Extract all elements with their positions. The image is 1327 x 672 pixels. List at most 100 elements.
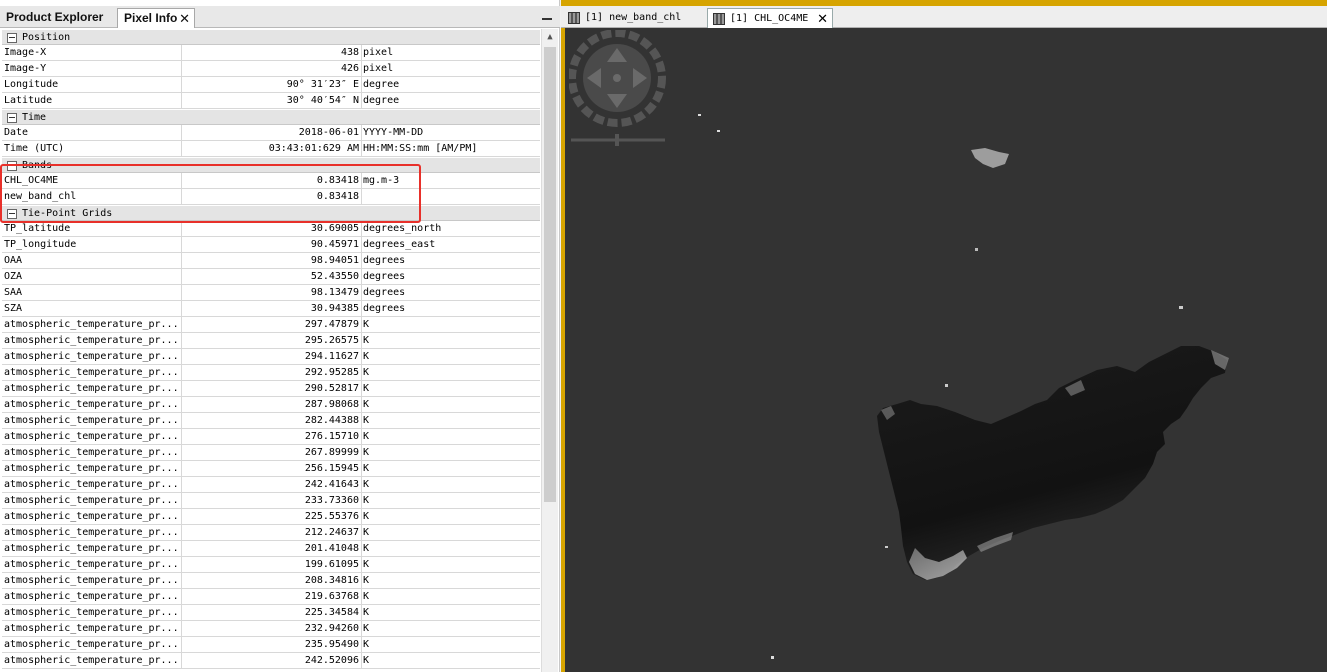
row-name: atmospheric_temperature_pr... bbox=[2, 429, 182, 444]
row-name: new_band_chl bbox=[2, 189, 182, 204]
row-unit: K bbox=[363, 559, 370, 570]
navigation-control-icon[interactable] bbox=[569, 30, 667, 150]
tab-pixel-info-label: Pixel Info bbox=[124, 11, 178, 25]
tab-product-explorer[interactable]: Product Explorer bbox=[0, 8, 116, 28]
bright-pixel bbox=[717, 130, 720, 132]
row-value: 2018-06-01 bbox=[182, 125, 362, 140]
row-name: atmospheric_temperature_pr... bbox=[2, 525, 182, 540]
row-name: atmospheric_temperature_pr... bbox=[2, 333, 182, 348]
row-value: 30.69005 bbox=[182, 221, 362, 236]
collapse-icon[interactable] bbox=[7, 33, 17, 43]
row-name: TP_latitude bbox=[2, 221, 182, 236]
image-tab-bar: [1] new_band_chl [1] CHL_OC4ME ✕ bbox=[561, 6, 1327, 28]
collapse-icon[interactable] bbox=[7, 161, 17, 171]
row-value: 294.11627 bbox=[182, 349, 362, 364]
left-tab-bar: Product Explorer Pixel Info ✕ bbox=[0, 6, 560, 28]
row-unit: K bbox=[363, 495, 370, 506]
row-name: atmospheric_temperature_pr... bbox=[2, 349, 182, 364]
row-name: OAA bbox=[2, 253, 182, 268]
scrollbar-thumb[interactable] bbox=[544, 47, 556, 502]
table-row: atmospheric_temperature_pr... 242.52096 K bbox=[2, 653, 540, 669]
row-name: atmospheric_temperature_pr... bbox=[2, 573, 182, 588]
table-row: atmospheric_temperature_pr... 235.95490 K bbox=[2, 637, 540, 653]
row-name: Longitude bbox=[2, 77, 182, 92]
row-name: atmospheric_temperature_pr... bbox=[2, 605, 182, 620]
row-name: Latitude bbox=[2, 93, 182, 108]
table-row: OZA 52.43550 degrees bbox=[2, 269, 540, 285]
row-value: 98.13479 bbox=[182, 285, 362, 300]
row-value: 256.15945 bbox=[182, 461, 362, 476]
table-row: atmospheric_temperature_pr... 294.11627 K bbox=[2, 349, 540, 365]
vertical-scrollbar[interactable]: ▲ bbox=[541, 29, 558, 672]
row-value: 208.34816 bbox=[182, 573, 362, 588]
minimize-icon[interactable] bbox=[540, 8, 554, 24]
row-unit: K bbox=[363, 319, 370, 330]
row-value: 287.98068 bbox=[182, 397, 362, 412]
lake-region bbox=[877, 346, 1227, 580]
tab-chl-oc4me[interactable]: [1] CHL_OC4ME ✕ bbox=[707, 8, 833, 28]
row-value: 242.52096 bbox=[182, 653, 362, 668]
section-header-bands[interactable]: Bands bbox=[2, 157, 540, 173]
row-name: atmospheric_temperature_pr... bbox=[2, 381, 182, 396]
row-unit: K bbox=[363, 479, 370, 490]
row-value: 90.45971 bbox=[182, 237, 362, 252]
close-icon[interactable]: ✕ bbox=[179, 9, 190, 28]
table-row: Date 2018-06-01 YYYY-MM-DD bbox=[2, 125, 540, 141]
row-unit: K bbox=[363, 383, 370, 394]
section-header-position[interactable]: Position bbox=[2, 29, 540, 45]
row-unit: K bbox=[363, 463, 370, 474]
row-value: 90° 31′23″ E bbox=[182, 77, 362, 92]
row-value: 0.83418 bbox=[182, 173, 362, 188]
tab-new-band-chl-label: [1] new_band_chl bbox=[585, 12, 682, 23]
row-unit: HH:MM:SS:mm [AM/PM] bbox=[363, 143, 478, 154]
section-header-tie-point-grids[interactable]: Tie-Point Grids bbox=[2, 205, 540, 221]
row-unit: K bbox=[363, 431, 370, 442]
close-icon[interactable]: ✕ bbox=[817, 9, 828, 28]
row-unit: K bbox=[363, 351, 370, 362]
bright-pixel bbox=[885, 546, 888, 548]
row-unit: K bbox=[363, 591, 370, 602]
row-name: atmospheric_temperature_pr... bbox=[2, 509, 182, 524]
row-name: atmospheric_temperature_pr... bbox=[2, 365, 182, 380]
section-title: Time bbox=[22, 112, 47, 123]
row-value: 03:43:01:629 AM bbox=[182, 141, 362, 156]
row-name: atmospheric_temperature_pr... bbox=[2, 493, 182, 508]
table-row: Time (UTC) 03:43:01:629 AM HH:MM:SS:mm [AM… bbox=[2, 141, 540, 157]
row-value: 98.94051 bbox=[182, 253, 362, 268]
row-value: 233.73360 bbox=[182, 493, 362, 508]
scroll-up-icon[interactable]: ▲ bbox=[542, 29, 558, 45]
table-row: Longitude 90° 31′23″ Edegree bbox=[2, 77, 540, 93]
table-row: OAA 98.94051 degrees bbox=[2, 253, 540, 269]
table-row: atmospheric_temperature_pr... 233.73360 K bbox=[2, 493, 540, 509]
bright-pixel bbox=[945, 384, 948, 387]
table-row: TP_latitude 30.69005 degrees_north bbox=[2, 221, 540, 237]
table-row: atmospheric_temperature_pr... 212.24637 K bbox=[2, 525, 540, 541]
tab-product-explorer-label: Product Explorer bbox=[6, 10, 104, 24]
row-unit: K bbox=[363, 335, 370, 346]
table-row: Latitude 30° 40′54″ Ndegree bbox=[2, 93, 540, 109]
table-row: atmospheric_temperature_pr... 290.52817 K bbox=[2, 381, 540, 397]
row-unit: K bbox=[363, 447, 370, 458]
collapse-icon[interactable] bbox=[7, 209, 17, 219]
table-row: atmospheric_temperature_pr... 282.44388 K bbox=[2, 413, 540, 429]
section-title: Position bbox=[22, 32, 71, 43]
table-row: atmospheric_temperature_pr... 267.89999 K bbox=[2, 445, 540, 461]
image-canvas[interactable] bbox=[565, 28, 1327, 672]
row-value: 276.15710 bbox=[182, 429, 362, 444]
row-value: 242.41643 bbox=[182, 477, 362, 492]
tab-pixel-info[interactable]: Pixel Info ✕ bbox=[117, 8, 195, 28]
row-unit: K bbox=[363, 367, 370, 378]
collapse-icon[interactable] bbox=[7, 113, 17, 123]
tab-new-band-chl[interactable]: [1] new_band_chl bbox=[563, 8, 705, 28]
row-value: 290.52817 bbox=[182, 381, 362, 396]
row-name: atmospheric_temperature_pr... bbox=[2, 445, 182, 460]
band-image-render bbox=[698, 114, 1229, 659]
row-unit: K bbox=[363, 575, 370, 586]
row-unit: K bbox=[363, 607, 370, 618]
pixel-info-table: Position Image-X 438 pixel Image-Y 426 pixel Lo… bbox=[2, 29, 540, 672]
row-name: atmospheric_temperature_pr... bbox=[2, 541, 182, 556]
table-row: atmospheric_temperature_pr... 295.26575 K bbox=[2, 333, 540, 349]
section-header-time[interactable]: Time bbox=[2, 109, 540, 125]
row-name: atmospheric_temperature_pr... bbox=[2, 461, 182, 476]
row-value: 282.44388 bbox=[182, 413, 362, 428]
